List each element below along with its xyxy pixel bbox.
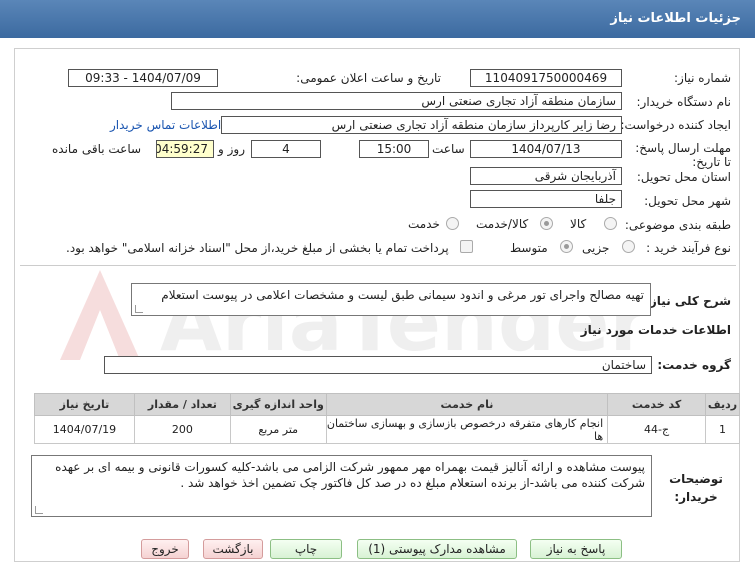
category-option-goods-service: کالا/خدمت: [476, 217, 529, 231]
need-number-field: 1104091750000469: [470, 69, 622, 87]
deadline-time-label: ساعت: [432, 142, 465, 156]
cell-row: 1: [705, 415, 740, 444]
deadline-date-field: 1404/07/13: [470, 140, 622, 158]
city-label: شهر محل تحویل:: [644, 194, 731, 208]
requester-label: ایجاد کننده درخواست:: [620, 118, 731, 132]
col-quantity: تعداد / مقدار: [133, 393, 231, 416]
cell-service-code: ج-44: [607, 415, 707, 444]
process-radio-medium[interactable]: [560, 240, 573, 253]
col-need-date: تاریخ نیاز: [34, 393, 135, 416]
exit-button[interactable]: خروج: [141, 539, 189, 559]
announce-date-field: 1404/07/09 - 09:33: [68, 69, 218, 87]
city-field: جلفا: [470, 190, 622, 208]
category-radio-service[interactable]: [446, 217, 459, 230]
service-group-field: ساختمان: [104, 356, 652, 374]
respond-button[interactable]: پاسخ به نیاز: [530, 539, 622, 559]
buyer-org-field: سازمان منطقه آزاد تجاری صنعتی ارس: [171, 92, 622, 110]
buyer-notes-textarea[interactable]: پیوست مشاهده و ارائه آنالیز قیمت بهمراه …: [31, 455, 652, 517]
deadline-time-field: 15:00: [359, 140, 429, 158]
resize-handle[interactable]: [35, 506, 43, 514]
buyer-notes-text: پیوست مشاهده و ارائه آنالیز قیمت بهمراه …: [55, 460, 645, 490]
process-radio-minor[interactable]: [622, 240, 635, 253]
category-option-service: خدمت: [408, 217, 440, 231]
description-text: تهیه مصالح واجرای تور مرغی و اندود سیمان…: [161, 288, 644, 302]
buyer-contact-link[interactable]: اطلاعات تماس خریدار: [110, 118, 221, 132]
col-service-code: کد خدمت: [607, 393, 707, 416]
print-button[interactable]: چاپ: [270, 539, 342, 559]
buyer-org-label: نام دستگاه خریدار:: [636, 95, 732, 109]
buyer-notes-label: توضیحات خریدار:: [669, 472, 723, 504]
process-option-medium: متوسط: [510, 241, 548, 255]
category-label: طبقه بندی موضوعی:: [624, 218, 731, 232]
remaining-time-field: 04:59:27: [156, 140, 214, 158]
cell-unit: متر مربع: [229, 415, 327, 444]
page-title: جزئیات اطلاعات نیاز: [610, 11, 741, 26]
services-table: ردیف کد خدمت نام خدمت واحد اندازه گیری ت…: [34, 393, 740, 444]
process-option-minor: جزیی: [582, 241, 610, 255]
remaining-days-field: 4: [251, 140, 321, 158]
divider: [20, 265, 736, 266]
province-field: آذربایجان شرقی: [470, 167, 622, 185]
treasury-note: پرداخت تمام یا بخشی از مبلغ خرید،از محل …: [66, 241, 449, 255]
province-label: استان محل تحویل:: [636, 170, 731, 184]
col-row: ردیف: [705, 393, 740, 416]
cell-quantity: 200: [133, 415, 231, 444]
process-label: نوع فرآیند خرید :: [646, 241, 731, 255]
category-option-goods: کالا: [570, 217, 587, 231]
table-row: 1 ج-44 انجام کارهای متفرقه درخصوص بازساز…: [34, 415, 740, 444]
deadline-label: مهلت ارسال پاسخ: تا تاریخ:: [635, 141, 731, 169]
announce-date-label: تاریخ و ساعت اعلان عمومی:: [296, 71, 441, 85]
service-group-label: گروه خدمت:: [657, 358, 731, 372]
requester-field: رضا زایر کارپرداز سازمان منطقه آزاد تجار…: [221, 116, 622, 134]
category-radio-goods[interactable]: [604, 217, 617, 230]
cell-service-name: انجام کارهای متفرقه درخصوص بازسازی و بهس…: [325, 415, 609, 444]
resize-handle[interactable]: [135, 305, 143, 313]
services-section-title: اطلاعات خدمات مورد نیاز: [580, 323, 731, 337]
col-service-name: نام خدمت: [325, 393, 609, 416]
remaining-days-label: روز و: [218, 142, 245, 156]
treasury-checkbox[interactable]: [460, 240, 473, 253]
description-label: شرح کلی نیاز:: [645, 294, 731, 308]
back-button[interactable]: بازگشت: [203, 539, 263, 559]
col-unit: واحد اندازه گیری: [229, 393, 327, 416]
view-attachments-button[interactable]: مشاهده مدارک پیوستی (1): [357, 539, 517, 559]
cell-need-date: 1404/07/19: [34, 415, 135, 444]
category-radio-goods-service[interactable]: [540, 217, 553, 230]
table-header-row: ردیف کد خدمت نام خدمت واحد اندازه گیری ت…: [34, 393, 740, 416]
need-number-label: شماره نیاز:: [674, 71, 731, 85]
description-textarea[interactable]: تهیه مصالح واجرای تور مرغی و اندود سیمان…: [131, 283, 651, 316]
remaining-time-label: ساعت باقی مانده: [52, 142, 142, 156]
